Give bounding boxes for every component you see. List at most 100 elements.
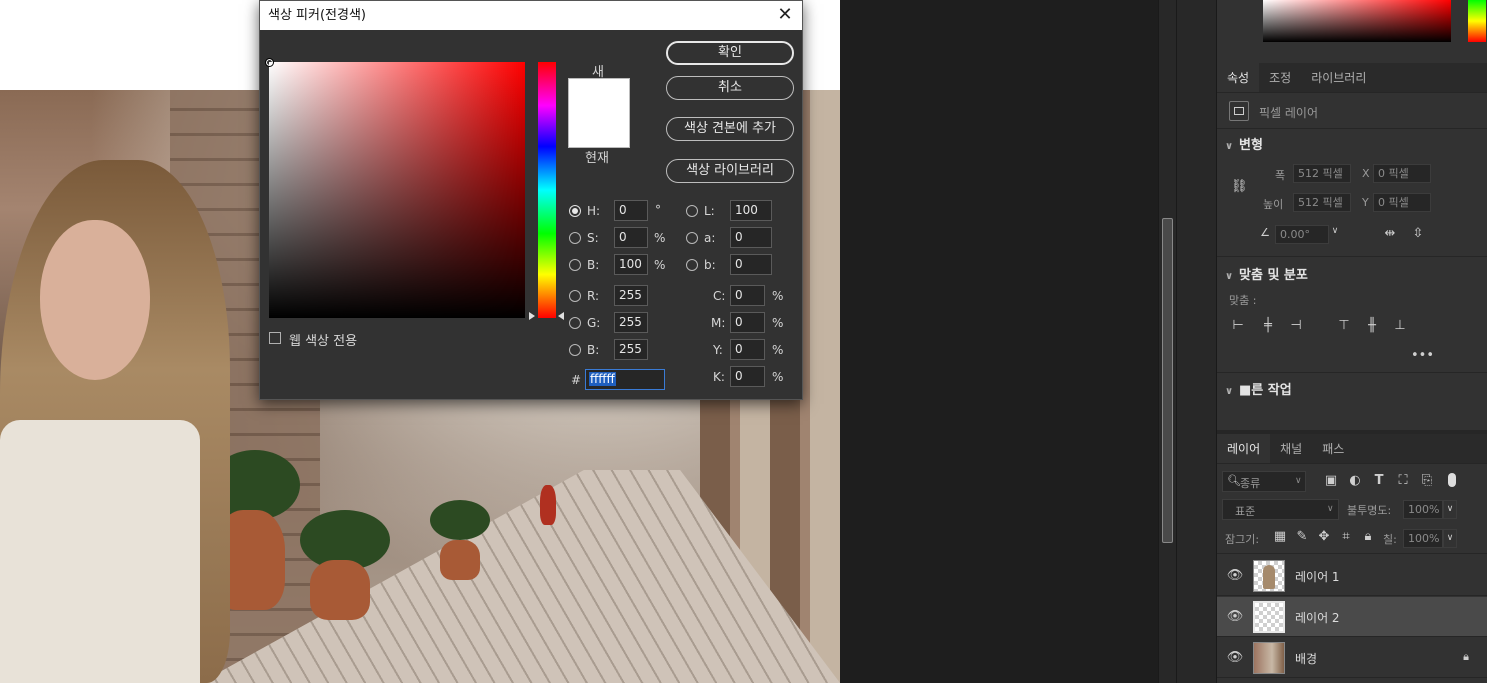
filter-smart-object-icon[interactable]: ⎘ <box>1419 473 1435 488</box>
opacity-field[interactable]: 100% <box>1403 500 1443 519</box>
black-input[interactable]: 0 <box>730 366 765 387</box>
opacity-dropdown-icon[interactable]: ∨ <box>1443 500 1457 519</box>
tab-properties[interactable]: 속성 <box>1217 63 1260 92</box>
saturation-radio[interactable] <box>569 232 581 244</box>
color-field-marker[interactable] <box>265 58 274 67</box>
filter-pixel-icon[interactable]: ▣ <box>1323 473 1339 488</box>
layer-type-label: 픽셀 레이어 <box>1259 106 1319 120</box>
tab-adjustments[interactable]: 조정 <box>1259 63 1301 92</box>
filter-toggle-icon[interactable] <box>1448 473 1456 487</box>
align-middle-vertical-icon[interactable]: ╫ <box>1363 318 1381 333</box>
align-left-icon[interactable]: ⊢ <box>1229 318 1247 333</box>
align-bottom-icon[interactable]: ⊥ <box>1391 318 1409 333</box>
layer-row[interactable]: 👁︎ 레이어 1 <box>1217 556 1487 596</box>
cyan-input[interactable]: 0 <box>730 285 765 306</box>
layer-thumbnail <box>1253 601 1285 633</box>
saturation-input[interactable]: 0 <box>614 227 648 248</box>
hex-input[interactable]: ffffff <box>585 369 665 390</box>
color-libraries-button[interactable]: 색상 라이브러리 <box>666 159 794 183</box>
divider <box>1217 372 1487 373</box>
more-icon[interactable]: ••• <box>1411 348 1434 363</box>
blue-radio[interactable] <box>569 344 581 356</box>
lock-image-pixels-icon[interactable]: ✎ <box>1295 529 1309 544</box>
fill-field[interactable]: 100% <box>1403 529 1443 548</box>
x-field[interactable]: 0 픽셀 <box>1373 164 1431 183</box>
close-icon[interactable]: ✕ <box>774 4 796 26</box>
brightness-radio[interactable] <box>569 259 581 271</box>
hue-input[interactable]: 0 <box>614 200 648 221</box>
lock-position-icon[interactable]: ✥ <box>1317 529 1331 544</box>
lab-b-radio[interactable] <box>686 259 698 271</box>
lab-a-radio[interactable] <box>686 232 698 244</box>
tab-paths[interactable]: 패스 <box>1312 434 1354 463</box>
eye-icon[interactable]: 👁︎ <box>1225 609 1245 624</box>
eye-icon[interactable]: 👁︎ <box>1225 650 1245 665</box>
hue-radio[interactable] <box>569 205 581 217</box>
align-section-header[interactable]: ∨ 맞춤 및 분포 <box>1225 264 1308 283</box>
brightness-unit: % <box>654 258 666 272</box>
link-icon[interactable]: ⛓ <box>1231 179 1248 194</box>
tab-layers[interactable]: 레이어 <box>1217 434 1271 463</box>
align-right-icon[interactable]: ⊣ <box>1287 318 1305 333</box>
opacity-label: 불투명도: <box>1347 504 1392 517</box>
y-field[interactable]: 0 픽셀 <box>1373 193 1431 212</box>
transform-section-header[interactable]: ∨ 변형 <box>1225 134 1263 153</box>
properties-tabs: 속성 조정 라이브러리 <box>1217 63 1487 93</box>
cyan-label: C: <box>713 289 726 303</box>
height-field[interactable]: 512 픽셀 <box>1293 193 1351 212</box>
eye-icon[interactable]: 👁︎ <box>1225 568 1245 583</box>
green-input[interactable]: 255 <box>614 312 648 333</box>
mini-hue-slider[interactable] <box>1468 0 1486 42</box>
layer-thumbnail <box>1253 642 1285 674</box>
angle-field[interactable]: 0.00° <box>1275 225 1329 244</box>
vertical-scrollbar[interactable] <box>1158 0 1176 683</box>
hue-slider[interactable] <box>538 62 556 318</box>
scrollbar-thumb[interactable] <box>1162 218 1173 543</box>
yellow-input[interactable]: 0 <box>730 339 765 360</box>
lab-a-label: a: <box>704 231 716 245</box>
magenta-input[interactable]: 0 <box>730 312 765 333</box>
filter-adjustment-icon[interactable]: ◐ <box>1347 473 1363 488</box>
current-color-label: 현재 <box>585 151 609 166</box>
brightness-input[interactable]: 100 <box>614 254 648 275</box>
align-center-horizontal-icon[interactable]: ╪ <box>1259 318 1277 333</box>
blue-input[interactable]: 255 <box>614 339 648 360</box>
dialog-title-bar[interactable]: 색상 피커(전경색) <box>260 1 802 30</box>
divider <box>1217 128 1487 129</box>
align-top-icon[interactable]: ⊤ <box>1335 318 1353 333</box>
red-input[interactable]: 255 <box>614 285 648 306</box>
red-radio[interactable] <box>569 290 581 302</box>
lock-transparent-pixels-icon[interactable]: ▦ <box>1273 529 1287 544</box>
web-colors-only-checkbox[interactable] <box>269 332 281 344</box>
lab-a-input[interactable]: 0 <box>730 227 772 248</box>
lock-all-icon[interactable]: 🔒︎ <box>1361 529 1375 544</box>
flip-vertical-icon[interactable]: ⇳ <box>1409 226 1427 241</box>
lock-icon: 🔒︎ <box>1463 650 1469 663</box>
quick-actions-section-header[interactable]: ∨ ■른 작업 <box>1225 379 1292 398</box>
hue-slider-arrow-left[interactable] <box>529 312 535 320</box>
filter-shape-icon[interactable]: ⛶ <box>1395 473 1411 488</box>
layer-filter-kind-select[interactable]: 🔍︎ 종류 ∨ <box>1222 471 1306 492</box>
green-radio[interactable] <box>569 317 581 329</box>
tab-channels[interactable]: 채널 <box>1270 434 1312 463</box>
mini-color-field[interactable] <box>1263 0 1451 42</box>
cancel-button[interactable]: 취소 <box>666 76 794 100</box>
color-field[interactable] <box>269 62 525 318</box>
lab-l-input[interactable]: 100 <box>730 200 772 221</box>
blend-mode-select[interactable]: 표준 ∨ <box>1222 499 1339 520</box>
tab-libraries[interactable]: 라이브러리 <box>1301 63 1376 92</box>
add-to-swatches-button[interactable]: 색상 견본에 추가 <box>666 117 794 141</box>
layer-row[interactable]: 👁︎ 레이어 2 <box>1217 597 1487 637</box>
layers-tabs: 레이어 채널 패스 <box>1217 434 1487 464</box>
width-field[interactable]: 512 픽셀 <box>1293 164 1351 183</box>
lab-b-input[interactable]: 0 <box>730 254 772 275</box>
hue-slider-arrow-right[interactable] <box>558 312 564 320</box>
lock-artboard-icon[interactable]: ⌗ <box>1339 529 1353 544</box>
angle-dropdown-icon[interactable]: ∨ <box>1329 226 1341 236</box>
filter-type-icon[interactable]: T <box>1371 473 1387 488</box>
lab-l-radio[interactable] <box>686 205 698 217</box>
fill-dropdown-icon[interactable]: ∨ <box>1443 529 1457 548</box>
layer-row[interactable]: 👁︎ 배경 🔒︎ <box>1217 638 1487 678</box>
flip-horizontal-icon[interactable]: ⇹ <box>1381 226 1399 241</box>
ok-button[interactable]: 확인 <box>666 41 794 65</box>
